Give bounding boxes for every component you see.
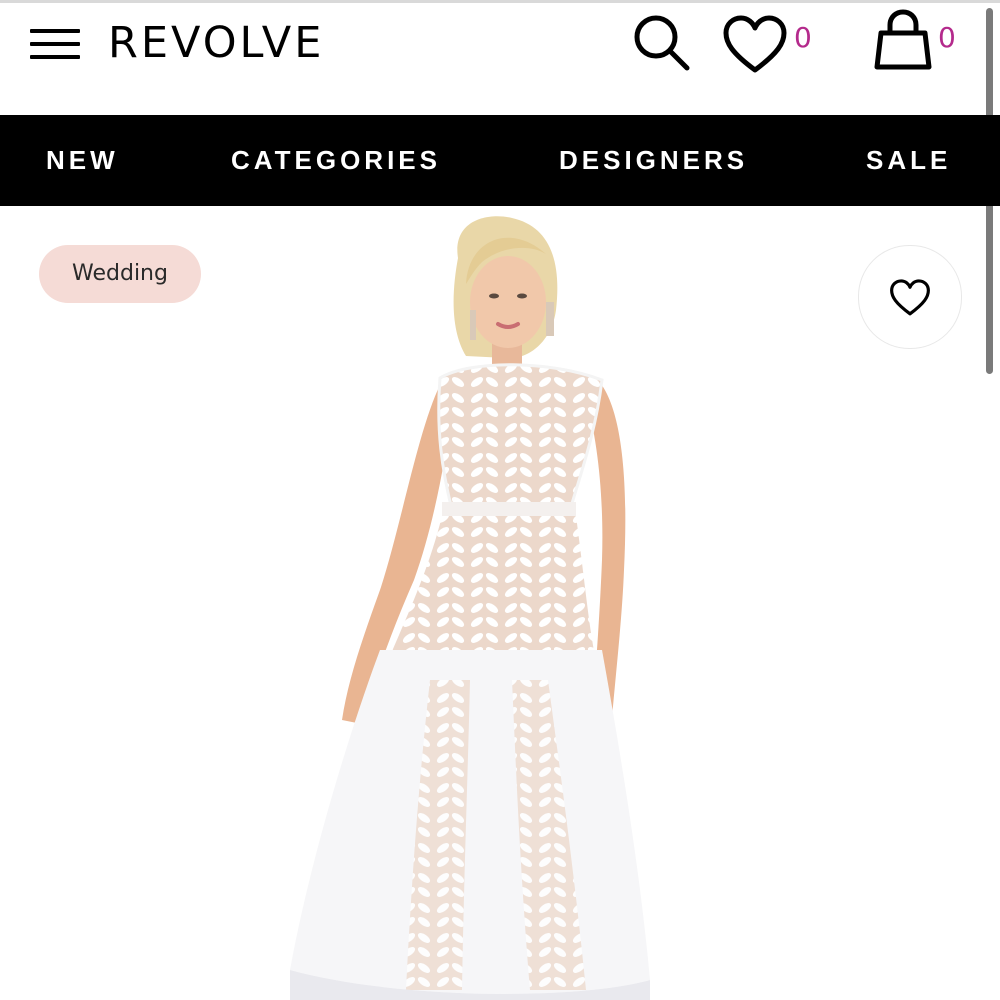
nav-new[interactable]: NEW [46,115,119,206]
search-button[interactable] [630,11,692,73]
product-image[interactable] [230,210,750,1000]
heart-outline-icon [890,279,930,316]
search-icon [634,15,690,71]
nav-sale[interactable]: SALE [866,115,951,206]
heart-icon [723,15,787,73]
wishlist-button[interactable]: 0 [722,13,822,75]
cart-button[interactable]: 0 [872,9,972,75]
product-tag: Wedding [39,245,201,303]
site-header: REVOLVE 0 0 [0,3,1000,115]
menu-icon[interactable] [30,29,80,59]
nav-categories[interactable]: CATEGORIES [231,115,441,206]
main-navigation: NEW CATEGORIES DESIGNERS SALE [0,115,1000,206]
wishlist-count: 0 [794,21,812,54]
cart-count: 0 [938,21,956,54]
shopping-bag-icon [874,9,932,70]
favorite-button[interactable] [858,245,962,349]
nav-designers[interactable]: DESIGNERS [559,115,748,206]
site-logo[interactable]: REVOLVE [108,17,324,69]
